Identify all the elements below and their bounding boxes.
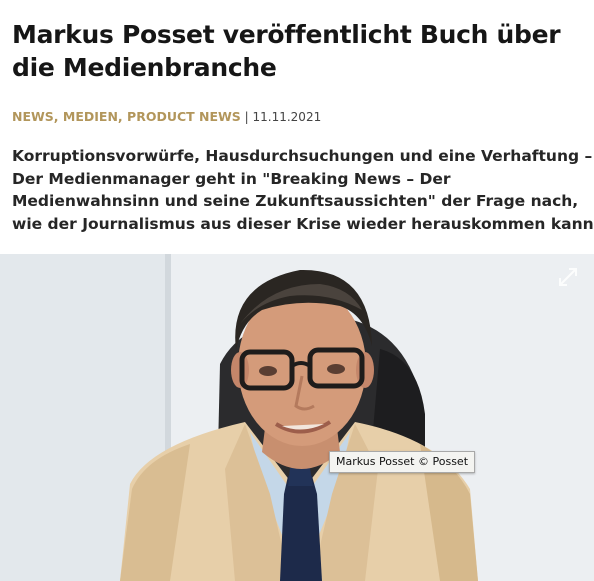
article-title-line-2: die Medienbranche — [12, 53, 277, 82]
article-title: Markus Posset veröffentlicht Buch über d… — [12, 18, 572, 84]
lead-line-2: Der Medienmanager geht in "Breaking News… — [12, 169, 451, 188]
publish-date: 11.11.2021 — [252, 110, 322, 124]
category-separator: , — [117, 109, 128, 124]
category-link-medien[interactable]: MEDIEN — [63, 109, 118, 124]
category-separator: , — [53, 109, 63, 124]
lead-line-1: Korruptionsvorwürfe, Hausdurchsuchungen … — [12, 147, 593, 165]
article-image[interactable]: Markus Posset © Posset — [0, 254, 594, 581]
article-meta: NEWS, MEDIEN, PRODUCT NEWS | 11.11.2021 — [12, 107, 321, 127]
meta-separator: | — [240, 110, 253, 124]
article-lead: Korruptionsvorwürfe, Hausdurchsuchungen … — [12, 145, 594, 235]
expand-arrows-icon[interactable] — [557, 266, 579, 288]
article: Markus Posset veröffentlicht Buch über d… — [0, 0, 594, 581]
image-caption: Markus Posset © Posset — [329, 451, 476, 473]
category-link-product-news[interactable]: PRODUCT NEWS — [127, 109, 241, 124]
portrait-photo — [0, 254, 594, 581]
article-title-line-1: Markus Posset veröffentlicht Buch über — [12, 20, 561, 49]
lead-line-3: Medienwahnsinn und seine Zukunftsaussich… — [12, 192, 579, 210]
category-link-news[interactable]: NEWS — [12, 109, 54, 124]
lead-line-4: wie der Journalismus aus dieser Krise wi… — [12, 214, 594, 233]
